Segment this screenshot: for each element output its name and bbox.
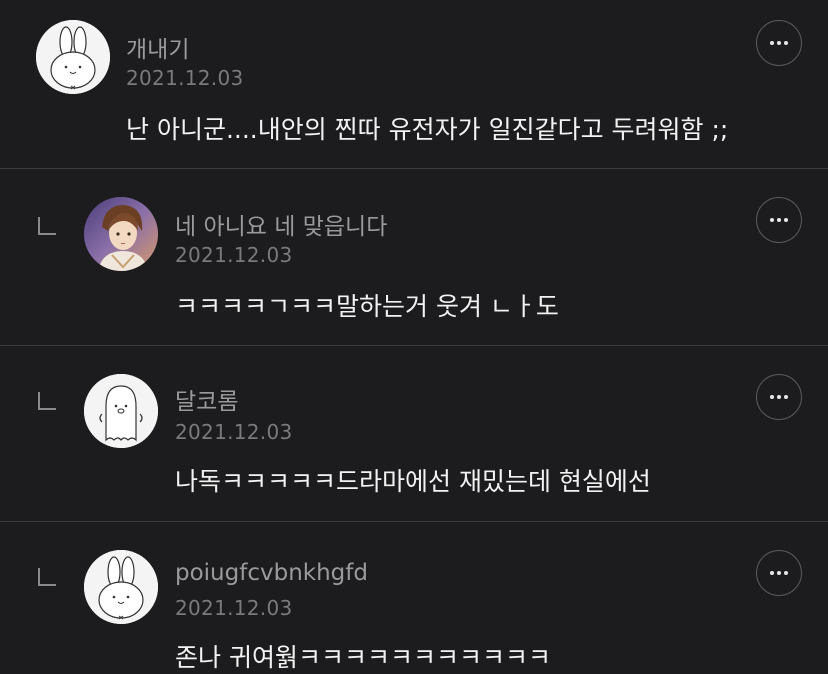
reply-item: 달코롬 2021.12.03 나독ㅋㅋㅋㅋㅋ드라마에선 재밌는데 현실에선 <box>0 346 828 522</box>
more-options-button[interactable] <box>756 20 802 66</box>
reply-item: poiugfcvbnkhgfd 2021.12.03 존나 귀여웕ㅋㅋㅋㅋㅋㅋㅋ… <box>0 522 828 674</box>
more-options-icon <box>770 571 788 575</box>
more-options-icon <box>770 395 788 399</box>
comment-username[interactable]: 달코롬 <box>175 382 238 416</box>
bunny-avatar-icon[interactable] <box>36 20 110 94</box>
more-options-button[interactable] <box>756 374 802 420</box>
anime-character-avatar-icon[interactable] <box>84 197 158 271</box>
comment-feed: 개내기 2021.12.03 난 아니군....내안의 찐따 유전자가 일진같다… <box>0 0 828 674</box>
comment-username[interactable]: 네 아니요 네 맞읍니다 <box>175 207 387 241</box>
more-options-icon <box>770 41 788 45</box>
comment-date: 2021.12.03 <box>175 596 293 620</box>
comment-item: 개내기 2021.12.03 난 아니군....내안의 찐따 유전자가 일진같다… <box>0 0 828 168</box>
reply-item: 네 아니요 네 맞읍니다 2021.12.03 ㅋㅋㅋㅋㄱㅋㅋ말하는거 웃겨 ㄴ… <box>0 169 828 345</box>
more-options-icon <box>770 218 788 222</box>
comment-date: 2021.12.03 <box>175 243 293 267</box>
comment-date: 2021.12.03 <box>175 420 293 444</box>
reply-arrow-icon <box>36 566 58 588</box>
comment-username[interactable]: poiugfcvbnkhgfd <box>175 560 368 586</box>
comment-username[interactable]: 개내기 <box>126 30 189 64</box>
ghost-avatar-icon[interactable] <box>84 374 158 448</box>
comment-text: 난 아니군....내안의 찐따 유전자가 일진같다고 두려워함 ;; <box>126 115 729 144</box>
more-options-button[interactable] <box>756 550 802 596</box>
reply-arrow-icon <box>36 390 58 412</box>
bunny-avatar-icon[interactable] <box>84 550 158 624</box>
reply-arrow-icon <box>36 215 58 237</box>
comment-date: 2021.12.03 <box>126 66 244 90</box>
comment-text: ㅋㅋㅋㅋㄱㅋㅋ말하는거 웃겨 ㄴㅏ도 <box>175 292 559 321</box>
more-options-button[interactable] <box>756 197 802 243</box>
comment-text: 존나 귀여웕ㅋㅋㅋㅋㅋㅋㅋㅋㅋㅋㅋ <box>175 643 551 672</box>
comment-text: 나독ㅋㅋㅋㅋㅋ드라마에선 재밌는데 현실에선 <box>175 467 651 496</box>
